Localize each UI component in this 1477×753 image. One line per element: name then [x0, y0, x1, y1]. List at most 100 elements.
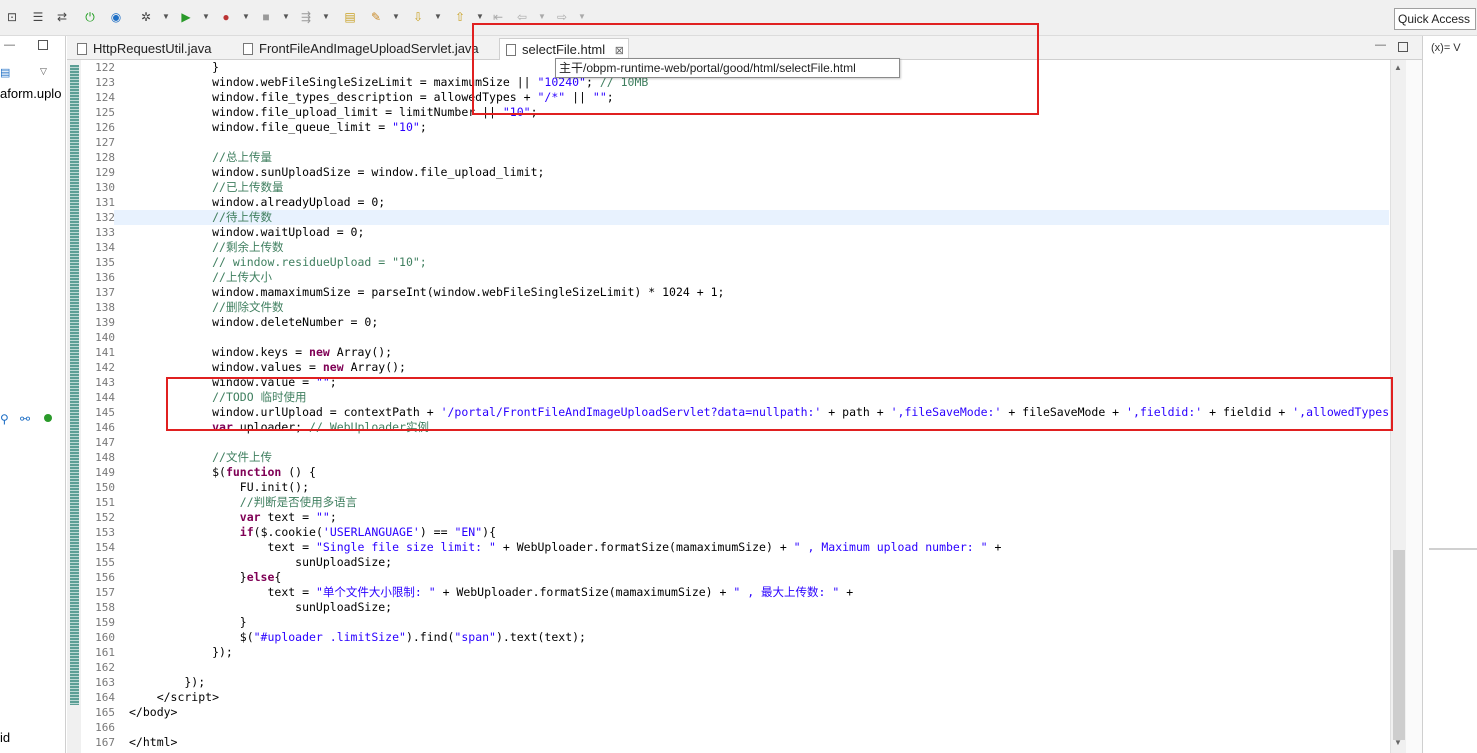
line-number: 153	[95, 526, 115, 539]
debug-icon[interactable]: ✲	[138, 9, 154, 25]
deploy-icon[interactable]: ⇶	[298, 9, 314, 25]
code-line: </script>	[129, 690, 220, 704]
line-number: 146	[95, 421, 115, 434]
tab-label: FrontFileAndImageUploadServlet.java	[259, 41, 479, 56]
code-line: FU.init();	[129, 480, 310, 494]
link-icon[interactable]: ⚯	[20, 412, 30, 426]
line-number: 164	[95, 691, 115, 704]
forward-dropdown-icon[interactable]: ▼	[578, 12, 586, 22]
line-number: 151	[95, 496, 115, 509]
scroll-up-icon[interactable]: ▲	[1394, 63, 1402, 72]
code-line: });	[129, 675, 206, 689]
line-number: 157	[95, 586, 115, 599]
code-line: sunUploadSize;	[129, 600, 393, 614]
bottom-tree-text: id	[0, 730, 11, 745]
current-line-highlight	[114, 210, 1389, 225]
line-number: 145	[95, 406, 115, 419]
maximize-icon[interactable]	[38, 40, 48, 50]
code-line: $("#uploader .limitSize").find("span").t…	[129, 630, 586, 644]
line-number: 139	[95, 316, 115, 329]
view-menu-icon[interactable]: ▤	[0, 66, 10, 79]
line-number: 141	[95, 346, 115, 359]
view-menu-dropdown-icon[interactable]: ▽	[40, 66, 47, 77]
debug-dropdown-icon[interactable]: ▼	[162, 12, 170, 22]
line-number: 129	[95, 166, 115, 179]
line-number: 133	[95, 226, 115, 239]
code-line: //文件上传	[212, 450, 272, 464]
previous-annotation-icon[interactable]: ⇧	[452, 9, 468, 25]
code-line: //删除文件数	[212, 300, 284, 314]
line-number: 125	[95, 106, 115, 119]
external-tools-dropdown-icon[interactable]: ▼	[242, 12, 250, 22]
java-file-icon	[77, 43, 87, 55]
line-number: 165	[95, 706, 115, 719]
tab-frontfileandimageuploadservlet[interactable]: FrontFileAndImageUploadServlet.java	[239, 38, 483, 60]
line-number: 147	[95, 436, 115, 449]
tab-label: HttpRequestUtil.java	[93, 41, 212, 56]
line-number: 130	[95, 181, 115, 194]
line-number: 163	[95, 676, 115, 689]
run-dropdown-icon[interactable]: ▼	[202, 12, 210, 22]
variables-tab[interactable]: (x)= V	[1431, 42, 1461, 54]
minimize-editor-icon[interactable]: —	[1375, 39, 1386, 51]
run-icon[interactable]: ▶	[178, 9, 194, 25]
line-number: 126	[95, 121, 115, 134]
code-line: window.keys = new Array();	[129, 345, 393, 359]
code-line: }else{	[129, 570, 282, 584]
code-line: });	[129, 645, 233, 659]
code-line: window.alreadyUpload = 0;	[129, 195, 386, 209]
line-number: 152	[95, 511, 115, 524]
tab-httprequestutil[interactable]: HttpRequestUtil.java	[73, 38, 216, 60]
previous-annotation-dropdown-icon[interactable]: ▼	[476, 12, 484, 22]
line-number: 159	[95, 616, 115, 629]
code-line: window.values = new Array();	[129, 360, 406, 374]
line-number: 132	[95, 211, 115, 224]
tree-item-file[interactable]: aform.uplo	[0, 86, 61, 101]
line-number: 138	[95, 301, 115, 314]
wand-icon[interactable]: ✎	[368, 9, 384, 25]
next-annotation-icon[interactable]: ⇩	[410, 9, 426, 25]
code-line: </body>	[129, 705, 178, 719]
line-number: 161	[95, 646, 115, 659]
line-number: 166	[95, 721, 115, 734]
minimize-icon[interactable]: —	[4, 39, 15, 51]
line-number: 123	[95, 76, 115, 89]
open-folder-icon[interactable]: ▤	[342, 9, 358, 25]
stop-icon[interactable]: ■	[258, 9, 274, 25]
line-number: 156	[95, 571, 115, 584]
refactor-icon[interactable]: ⇄	[54, 9, 70, 25]
java-file-icon	[243, 43, 253, 55]
scrollbar-thumb[interactable]	[1393, 550, 1405, 740]
line-number: 144	[95, 391, 115, 404]
search-icon[interactable]: ⚲	[0, 412, 9, 426]
quick-access-input[interactable]: Quick Access	[1394, 8, 1476, 30]
line-number: 158	[95, 601, 115, 614]
back-dropdown-icon[interactable]: ▼	[538, 12, 546, 22]
code-line: //上传大小	[212, 270, 272, 284]
code-line: window.file_queue_limit = "10";	[129, 120, 427, 134]
line-number: 137	[95, 286, 115, 299]
maximize-editor-icon[interactable]	[1398, 42, 1408, 52]
code-line: window.waitUpload = 0;	[129, 225, 365, 239]
code-line: //判断是否使用多语言	[239, 495, 358, 509]
deploy-dropdown-icon[interactable]: ▼	[322, 12, 330, 22]
code-line: text = "Single file size limit: " + WebU…	[129, 540, 1002, 554]
code-line: window.sunUploadSize = window.file_uploa…	[129, 165, 545, 179]
scroll-down-icon[interactable]: ▼	[1394, 738, 1402, 747]
external-tools-icon[interactable]: ●	[218, 9, 234, 25]
line-number: 154	[95, 541, 115, 554]
next-annotation-dropdown-icon[interactable]: ▼	[434, 12, 442, 22]
toolbar-icon[interactable]: ⊡	[4, 9, 20, 25]
line-number: 122	[95, 61, 115, 74]
line-number: 128	[95, 151, 115, 164]
line-number: 160	[95, 631, 115, 644]
variables-panel: (x)= V	[1422, 36, 1477, 753]
wand-dropdown-icon[interactable]: ▼	[392, 12, 400, 22]
server-icon[interactable]: ⏻	[82, 9, 98, 25]
browser-icon[interactable]: ◉	[108, 9, 124, 25]
properties-icon[interactable]: ☰	[30, 9, 46, 25]
overview-ruler	[1406, 60, 1422, 753]
stop-dropdown-icon[interactable]: ▼	[282, 12, 290, 22]
code-line: //已上传数量	[212, 180, 284, 194]
line-number: 148	[95, 451, 115, 464]
